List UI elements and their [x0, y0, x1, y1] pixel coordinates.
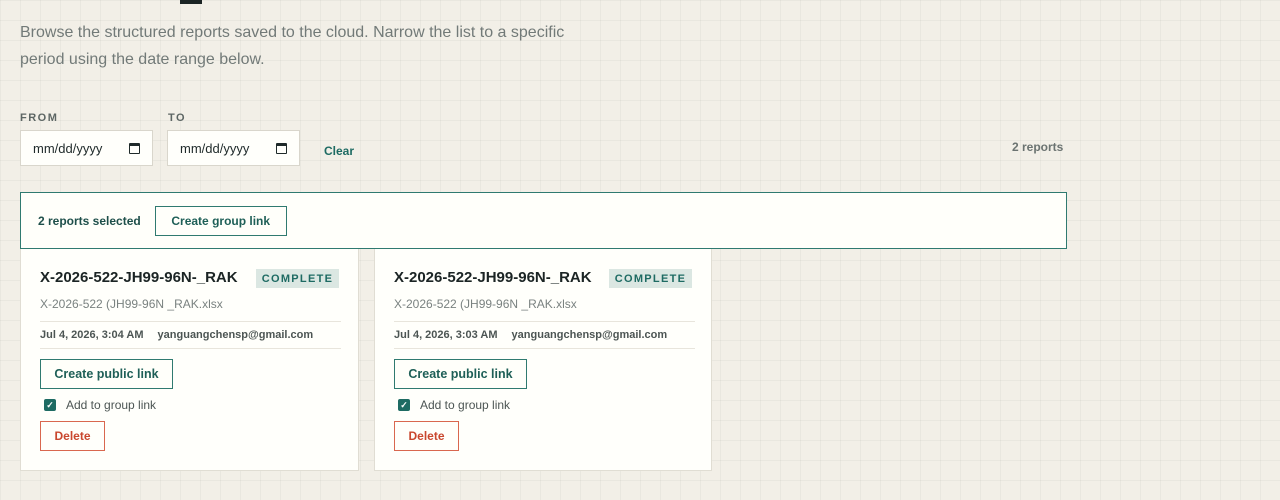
report-card: X-2026-522-JH99-96N-_RAK COMPLETE X-2026… — [374, 249, 712, 471]
from-date-input[interactable]: mm/dd/yyyy — [20, 130, 153, 166]
create-public-link-button[interactable]: Create public link — [394, 359, 527, 389]
create-public-link-button[interactable]: Create public link — [40, 359, 173, 389]
report-meta: Jul 4, 2026, 3:04 AM yanguangchensp@gmai… — [40, 321, 341, 349]
description-line-2: period using the date range below. — [20, 51, 265, 68]
checkbox-checked-icon[interactable]: ✓ — [44, 399, 56, 411]
status-badge: COMPLETE — [609, 269, 692, 288]
add-to-group-toggle[interactable]: ✓ Add to group link — [44, 398, 156, 412]
selection-bar: 2 reports selected Create group link — [20, 192, 1067, 249]
to-date-input[interactable]: mm/dd/yyyy — [167, 130, 300, 166]
delete-button[interactable]: Delete — [394, 421, 459, 451]
report-count: 2 reports — [1012, 140, 1064, 154]
calendar-icon[interactable] — [276, 142, 287, 154]
report-meta: Jul 4, 2026, 3:03 AM yanguangchensp@gmai… — [394, 321, 695, 349]
add-to-group-label: Add to group link — [66, 398, 157, 412]
add-to-group-toggle[interactable]: ✓ Add to group link — [398, 398, 510, 412]
page-description: Browse the structured reports saved to t… — [20, 19, 620, 73]
report-date: Jul 4, 2026, 3:03 AM — [394, 329, 498, 341]
page-title-fragment — [180, 0, 202, 4]
from-date-value: mm/dd/yyyy — [33, 140, 103, 156]
status-badge: COMPLETE — [256, 269, 339, 288]
clear-filter-link[interactable]: Clear — [324, 144, 354, 158]
to-label: TO — [168, 112, 187, 124]
report-owner-email: yanguangchensp@gmail.com — [157, 329, 314, 341]
calendar-icon[interactable] — [129, 142, 140, 154]
from-label: FROM — [20, 112, 59, 124]
checkbox-checked-icon[interactable]: ✓ — [398, 399, 410, 411]
create-group-link-button[interactable]: Create group link — [154, 205, 287, 236]
report-owner-email: yanguangchensp@gmail.com — [511, 329, 668, 341]
selection-count: 2 reports selected — [38, 213, 141, 228]
report-title: X-2026-522-JH99-96N-_RAK — [40, 269, 238, 286]
add-to-group-label: Add to group link — [420, 398, 511, 412]
report-file-name: X-2026-522 (JH99-96N _RAK.xlsx — [394, 297, 577, 311]
report-card: X-2026-522-JH99-96N-_RAK COMPLETE X-2026… — [20, 249, 359, 471]
description-line-1: Browse the structured reports saved to t… — [20, 24, 565, 41]
delete-button[interactable]: Delete — [40, 421, 105, 451]
to-date-value: mm/dd/yyyy — [180, 140, 250, 156]
report-title: X-2026-522-JH99-96N-_RAK — [394, 269, 592, 286]
report-date: Jul 4, 2026, 3:04 AM — [40, 329, 144, 341]
report-file-name: X-2026-522 (JH99-96N _RAK.xlsx — [40, 297, 223, 311]
